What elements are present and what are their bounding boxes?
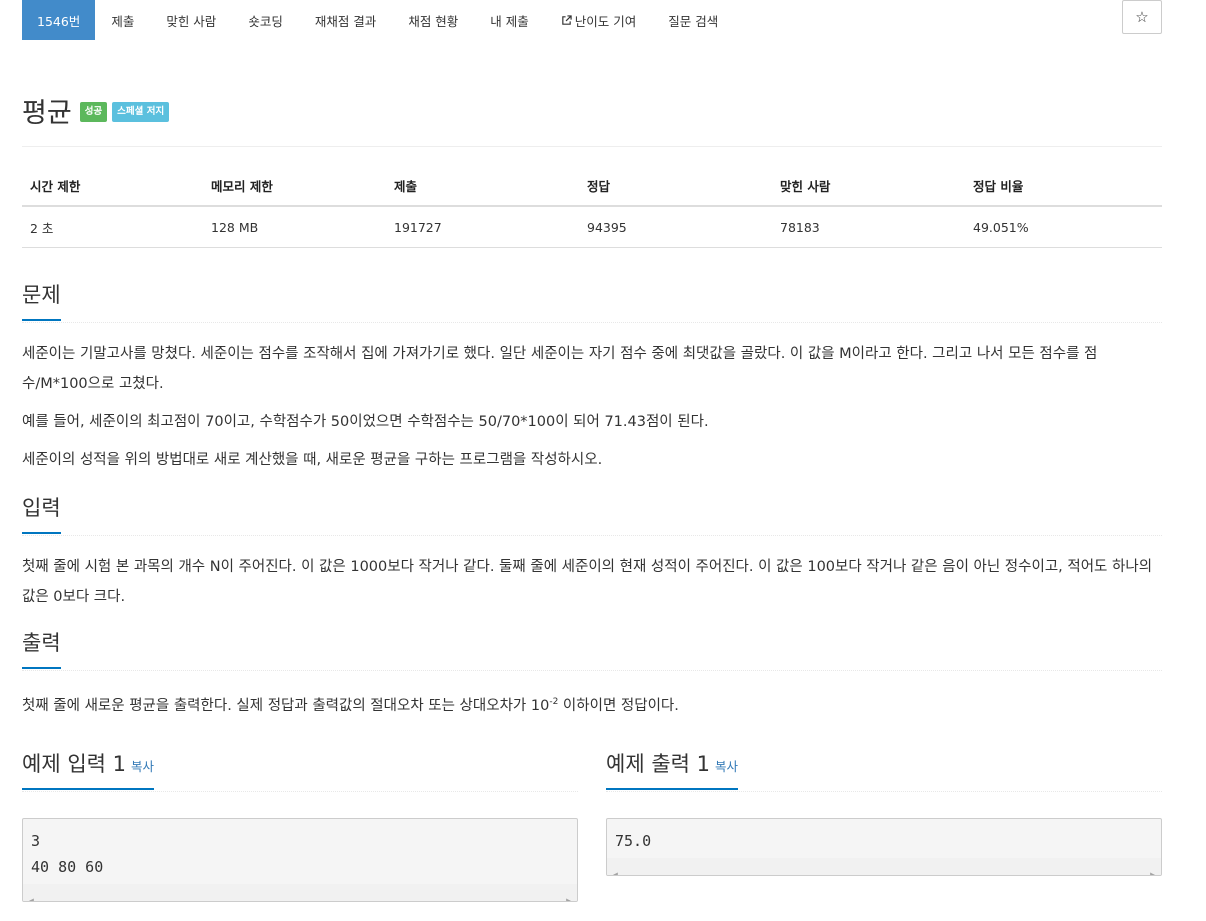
description-headline: 문제 [22,278,1162,323]
horizontal-scrollbar[interactable]: ◀ ▶ [23,883,577,901]
accept-ratio-value: 49.051% [965,206,1162,248]
accepted-header: 정답 [579,173,772,207]
input-body: 첫째 줄에 시험 본 과목의 개수 N이 주어진다. 이 값은 1000보다 작… [22,552,1162,612]
special-judge-badge: 스페셜 저지 [112,101,170,122]
sample-input-headline: 예제 입력 1 복사 [22,747,578,792]
submissions-value: 191727 [386,206,579,248]
favorite-star-button[interactable]: ☆ [1122,0,1162,34]
problem-title-row: 평균 성공 스페셜 저지 ☆ [22,0,1162,147]
tab-submit[interactable]: 제출 [95,0,150,40]
sample-output-heading: 예제 출력 1 복사 [606,748,739,790]
output-headline: 출력 [22,626,1162,671]
time-limit-header: 시간 제한 [22,173,203,207]
tab-status[interactable]: 채점 현황 [392,0,474,40]
tab-difficulty-contribution-label: 난이도 기여 [574,13,637,29]
tab-rejudge-results[interactable]: 재채점 결과 [299,0,392,40]
output-section: 출력 첫째 줄에 새로운 평균을 출력한다. 실제 정답과 출력값의 절대오차 … [22,626,1162,721]
problem-tab-nav: 1546번 제출 맞힌 사람 숏코딩 재채점 결과 채점 현황 내 제출 난이도… [22,0,1162,51]
copy-sample-input-button[interactable]: 복사 [131,759,154,774]
tab-difficulty-contribution[interactable]: 난이도 기여 [545,0,652,40]
output-text-before: 첫째 줄에 새로운 평균을 출력한다. 실제 정답과 출력값의 절대오차 또는 … [22,697,550,714]
input-paragraph: 첫째 줄에 시험 본 과목의 개수 N이 주어진다. 이 값은 1000보다 작… [22,559,1153,605]
scroll-right-arrow-icon[interactable]: ▶ [566,888,571,901]
output-paragraph: 첫째 줄에 새로운 평균을 출력한다. 실제 정답과 출력값의 절대오차 또는 … [22,687,1162,721]
sample-output-block: 예제 출력 1 복사 75.0 ◀ ▶ [606,747,1162,902]
sample-output-data: 75.0 ◀ ▶ [606,817,1162,876]
memory-limit-value: 128 MB [203,206,386,248]
description-paragraph: 세준이의 성적을 위의 방법대로 새로 계산했을 때, 새로운 평균을 구하는 … [22,452,603,468]
tab-question-search[interactable]: 질문 검색 [652,0,734,40]
sample-input-text: 3 40 80 60 [31,831,104,876]
description-paragraph: 예를 들어, 세준이의 최고점이 70이고, 수학점수가 50이었으면 수학점수… [22,414,709,430]
description-body: 세준이는 기말고사를 망쳤다. 세준이는 점수를 조작해서 집에 가져가기로 했… [22,339,1162,475]
sample-output-text: 75.0 [615,831,652,850]
memory-limit-header: 메모리 제한 [203,173,386,207]
problem-description-section: 문제 세준이는 기말고사를 망쳤다. 세준이는 점수를 조작해서 집에 가져가기… [22,278,1162,475]
sample-output-title: 예제 출력 1 [606,751,710,776]
tab-short-coding[interactable]: 숏코딩 [232,0,299,40]
sample-input-title: 예제 입력 1 [22,751,126,776]
problem-title: 평균 성공 스페셜 저지 [22,91,170,130]
description-paragraph: 세준이는 기말고사를 망쳤다. 세준이는 점수를 조작해서 집에 가져가기로 했… [22,346,1098,392]
problem-title-text: 평균 [22,98,72,129]
sample-output-headline: 예제 출력 1 복사 [606,747,1162,792]
output-exponent: -2 [549,697,559,707]
table-header-row: 시간 제한 메모리 제한 제출 정답 맞힌 사람 정답 비율 [22,173,1162,207]
status-badge-success: 성공 [79,101,108,122]
sample-input-data: 3 40 80 60 ◀ ▶ [22,817,578,902]
tab-problem[interactable]: 1546번 [22,0,96,40]
tab-solved-users[interactable]: 맞힌 사람 [150,0,232,40]
input-heading: 입력 [22,492,61,534]
scroll-left-arrow-icon[interactable]: ◀ [29,888,34,901]
input-headline: 입력 [22,491,1162,536]
solved-users-header: 맞힌 사람 [772,173,965,207]
sample-input-block: 예제 입력 1 복사 3 40 80 60 ◀ ▶ [22,747,578,902]
description-heading: 문제 [22,279,61,321]
output-body: 첫째 줄에 새로운 평균을 출력한다. 실제 정답과 출력값의 절대오차 또는 … [22,687,1162,721]
star-icon: ☆ [1135,8,1149,26]
accepted-value: 94395 [579,206,772,248]
samples-row: 예제 입력 1 복사 3 40 80 60 ◀ ▶ 예제 출력 1 복사 75.0 ◀… [22,747,1162,902]
table-row: 2 초 128 MB 191727 94395 78183 49.051% [22,206,1162,248]
accept-ratio-header: 정답 비율 [965,173,1162,207]
horizontal-scrollbar[interactable]: ◀ ▶ [607,857,1161,875]
external-link-icon [562,14,572,25]
scroll-left-arrow-icon[interactable]: ◀ [613,862,618,875]
submissions-header: 제출 [386,173,579,207]
time-limit-value: 2 초 [22,206,203,248]
problem-info-table: 시간 제한 메모리 제한 제출 정답 맞힌 사람 정답 비율 2 초 128 M… [22,173,1162,248]
tab-my-submissions[interactable]: 내 제출 [474,0,544,40]
output-text-after: 이하이면 정답이다. [558,697,679,714]
solved-users-value: 78183 [772,206,965,248]
input-section: 입력 첫째 줄에 시험 본 과목의 개수 N이 주어진다. 이 값은 1000보… [22,491,1162,612]
output-heading: 출력 [22,627,61,669]
scroll-right-arrow-icon[interactable]: ▶ [1150,862,1155,875]
copy-sample-output-button[interactable]: 복사 [715,759,738,774]
sample-input-heading: 예제 입력 1 복사 [22,748,155,790]
